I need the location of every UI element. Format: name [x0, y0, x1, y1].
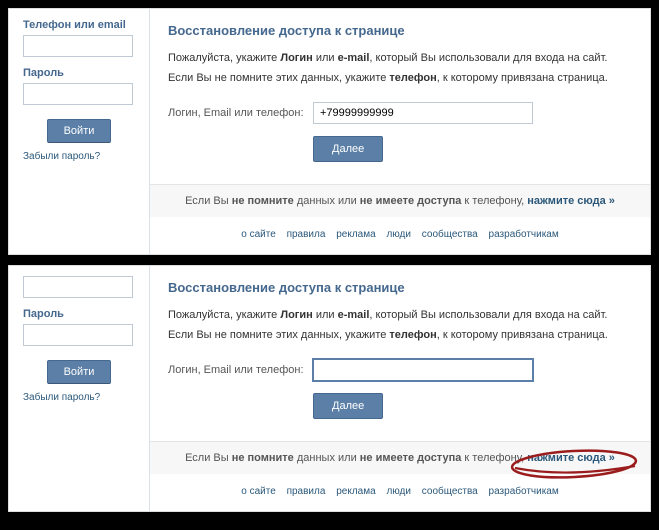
login-label: Телефон или email — [23, 19, 135, 31]
footer-link[interactable]: правила — [287, 229, 326, 240]
password-input[interactable] — [23, 83, 133, 105]
page-title: Восстановление доступа к странице — [168, 23, 632, 38]
field-label: Логин, Email или телефон: — [168, 107, 313, 119]
footer-link[interactable]: реклама — [336, 486, 375, 497]
footer-link[interactable]: разработчикам — [489, 229, 559, 240]
footer-link[interactable]: реклама — [336, 229, 375, 240]
footer-nav: о сайте правила реклама люди сообщества … — [168, 225, 632, 244]
instruction-line-1: Пожалуйста, укажите Логин или e-mail, ко… — [168, 50, 632, 67]
footer-link[interactable]: правила — [287, 486, 326, 497]
recovery-input[interactable] — [313, 359, 533, 381]
footer-link[interactable]: люди — [386, 486, 411, 497]
page-title: Восстановление доступа к странице — [168, 280, 632, 295]
footer-link[interactable]: сообщества — [422, 486, 478, 497]
field-label: Логин, Email или телефон: — [168, 364, 313, 376]
click-here-link[interactable]: нажмите сюда » — [527, 452, 615, 464]
login-sidebar: Телефон или email Пароль Войти Забыли па… — [9, 9, 149, 254]
login-sidebar: Пароль Войти Забыли пароль? — [9, 266, 149, 511]
footer-link[interactable]: разработчикам — [489, 486, 559, 497]
footer-link[interactable]: сообщества — [422, 229, 478, 240]
screenshot-panel-2: Пароль Войти Забыли пароль? Восстановлен… — [8, 265, 651, 512]
click-here-link[interactable]: нажмите сюда » — [527, 195, 615, 207]
login-input[interactable] — [23, 276, 133, 298]
forgot-password-link[interactable]: Забыли пароль? — [23, 392, 135, 403]
forgot-password-link[interactable]: Забыли пароль? — [23, 151, 135, 162]
recovery-main: Восстановление доступа к странице Пожалу… — [149, 266, 650, 511]
instruction-line-2: Если Вы не помните этих данных, укажите … — [168, 327, 632, 344]
password-input[interactable] — [23, 324, 133, 346]
next-button[interactable]: Далее — [313, 136, 383, 162]
recovery-main: Восстановление доступа к странице Пожалу… — [149, 9, 650, 254]
footer-link[interactable]: о сайте — [241, 229, 276, 240]
footer-nav: о сайте правила реклама люди сообщества … — [168, 482, 632, 501]
footer-help-bar: Если Вы не помните данных или не имеете … — [150, 184, 650, 217]
recovery-form-row: Логин, Email или телефон: — [168, 359, 632, 381]
footer-link[interactable]: люди — [386, 229, 411, 240]
login-input[interactable] — [23, 35, 133, 57]
recovery-form-row: Логин, Email или телефон: — [168, 102, 632, 124]
screenshot-panel-1: Телефон или email Пароль Войти Забыли па… — [8, 8, 651, 255]
login-button[interactable]: Войти — [47, 119, 112, 143]
recovery-input[interactable] — [313, 102, 533, 124]
instruction-line-1: Пожалуйста, укажите Логин или e-mail, ко… — [168, 307, 632, 324]
footer-help-bar: Если Вы не помните данных или не имеете … — [150, 441, 650, 474]
password-label: Пароль — [23, 67, 135, 79]
next-button[interactable]: Далее — [313, 393, 383, 419]
footer-link[interactable]: о сайте — [241, 486, 276, 497]
login-button[interactable]: Войти — [47, 360, 112, 384]
password-label: Пароль — [23, 308, 135, 320]
instruction-line-2: Если Вы не помните этих данных, укажите … — [168, 70, 632, 87]
